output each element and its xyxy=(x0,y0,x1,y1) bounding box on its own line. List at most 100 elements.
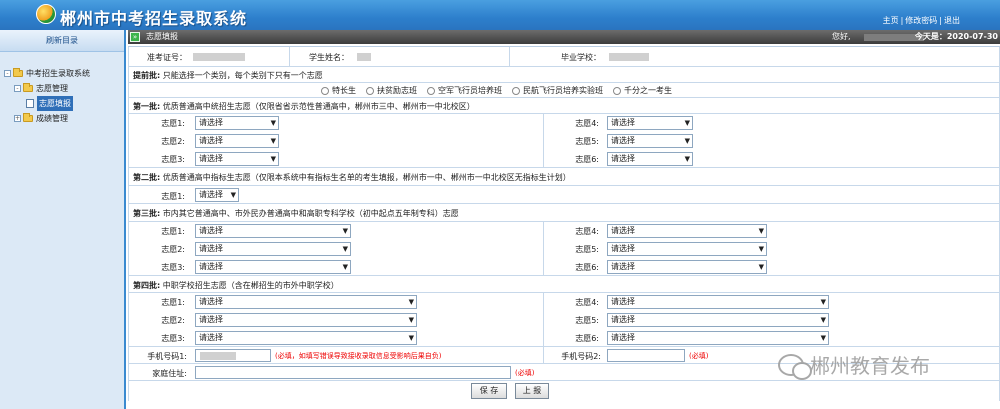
batch3-header: 第三批: 市内其它普通高中、市外民办普通高中和高职专科学校（初中起点五年制专科）… xyxy=(128,204,1000,222)
batch3-choice5-select[interactable]: 请选择 ▼ xyxy=(607,242,767,256)
school-label: 毕业学校： xyxy=(561,53,601,62)
batch4-choice5-select[interactable]: 请选择 ▼ xyxy=(607,313,829,327)
dropdown-caret-icon: ▼ xyxy=(342,227,348,235)
radio-circle-icon xyxy=(366,86,374,95)
early-batch-radio-group: 特长生 扶贫励志班 空军飞行员培养班 民航飞行员培养实验班 千分之一考生 xyxy=(321,85,672,96)
batch2-label: 第二批: xyxy=(133,173,161,182)
batch4-choice1-select[interactable]: 请选择 ▼ xyxy=(195,295,417,309)
radio-circle-icon xyxy=(512,86,520,95)
early-batch-options: 特长生 扶贫励志班 空军飞行员培养班 民航飞行员培养实验班 千分之一考生 xyxy=(128,83,1000,98)
batch4-choice3-select[interactable]: 请选择 ▼ xyxy=(195,331,417,345)
batch3-choice2-label: 志愿2: xyxy=(161,245,185,254)
batch4-choice4-label: 志愿4: xyxy=(575,298,599,307)
batch1-choice6-select[interactable]: 请选择 ▼ xyxy=(607,152,693,166)
tree-item-root[interactable]: - 中考招生录取系统 xyxy=(0,66,124,81)
batch3-choices: 志愿1: 请选择 ▼ 志愿2: 请选择 ▼ 志愿3: 请选择 ▼ 志愿4: 请选择 ▼ … xyxy=(128,222,1000,276)
address-label: 家庭住址: xyxy=(152,369,187,378)
batch3-choice6-select[interactable]: 请选择 ▼ xyxy=(607,260,767,274)
batch4-choice6-select[interactable]: 请选择 ▼ xyxy=(607,331,829,345)
batch4-label: 第四批: xyxy=(133,281,161,290)
dropdown-caret-icon: ▼ xyxy=(270,137,276,145)
folder-icon xyxy=(13,68,23,77)
early-batch-note: 只能选择一个类别，每个类别下只有一个志愿 xyxy=(162,71,323,80)
radio-talent-student[interactable]: 特长生 xyxy=(321,85,356,96)
batch1-note: 优质普通高中统招生志愿（仅限省省示范性普通高中，郴州市三中、郴州市一中北校区） xyxy=(162,102,475,111)
batch1-choice3-select[interactable]: 请选择 ▼ xyxy=(195,152,279,166)
phone2-required-note: (必填) xyxy=(689,352,709,360)
dropdown-caret-icon: ▼ xyxy=(342,245,348,253)
app-title: 郴州市中考招生录取系统 xyxy=(60,9,248,28)
dropdown-caret-icon: ▼ xyxy=(820,334,826,342)
collapse-toggle-icon[interactable]: - xyxy=(4,70,11,77)
tree-item-label: 志愿填报 xyxy=(37,96,73,111)
dropdown-caret-icon: ▼ xyxy=(758,245,764,253)
header-links: 主页 | 修改密码 | 退出 xyxy=(882,16,960,25)
batch1-choice4-select[interactable]: 请选择 ▼ xyxy=(607,116,693,130)
button-row: 保 存 上 报 xyxy=(128,381,1000,401)
volunteer-form: 准考证号： 学生姓名： 毕业学校： 提前批: 只能选择一个类别，每个类别下只有一… xyxy=(128,46,1000,401)
phone1-input[interactable] xyxy=(195,349,271,362)
app-logo-icon xyxy=(36,4,56,24)
batch3-choice3-select[interactable]: 请选择 ▼ xyxy=(195,260,351,274)
dropdown-caret-icon: ▼ xyxy=(408,334,414,342)
batch3-choice1-select[interactable]: 请选择 ▼ xyxy=(195,224,351,238)
save-button[interactable]: 保 存 xyxy=(471,383,507,399)
submit-button[interactable]: 上 报 xyxy=(515,383,549,399)
batch3-choice4-select[interactable]: 请选择 ▼ xyxy=(607,224,767,238)
dropdown-caret-icon: ▼ xyxy=(684,155,690,163)
radio-poverty-class[interactable]: 扶贫励志班 xyxy=(366,85,417,96)
redacted-student-name xyxy=(357,53,371,61)
batch3-choice6-label: 志愿6: xyxy=(575,263,599,272)
batch1-choice5-select[interactable]: 请选择 ▼ xyxy=(607,134,693,148)
batch2-choice1-select[interactable]: 请选择 ▼ xyxy=(195,188,239,202)
early-batch-label: 提前批: xyxy=(133,71,161,80)
dropdown-caret-icon: ▼ xyxy=(230,191,236,199)
batch4-choice5-label: 志愿5: xyxy=(575,316,599,325)
tree-item-label: 成绩管理 xyxy=(36,114,68,123)
refresh-directory-button[interactable]: 刷新目录 xyxy=(0,30,124,52)
batch3-choice2-select[interactable]: 请选择 ▼ xyxy=(195,242,351,256)
dropdown-caret-icon: ▼ xyxy=(408,298,414,306)
batch1-choice2-select[interactable]: 请选择 ▼ xyxy=(195,134,279,148)
page-title: 志愿填报 xyxy=(146,32,178,41)
batch3-note: 市内其它普通高中、市外民办普通高中和高职专科学校（初中起点五年制专科）志愿 xyxy=(162,209,459,218)
tree-item-label: 中考招生录取系统 xyxy=(26,69,90,78)
greeting-label: 您好, xyxy=(832,32,851,41)
home-link[interactable]: 主页 xyxy=(883,16,899,25)
radio-airforce-pilot[interactable]: 空军飞行员培养班 xyxy=(427,85,502,96)
student-name-label: 学生姓名： xyxy=(309,53,349,62)
student-info-row: 准考证号： 学生姓名： 毕业学校： xyxy=(128,47,1000,67)
collapse-toggle-icon[interactable]: - xyxy=(14,85,21,92)
batch3-choice4-label: 志愿4: xyxy=(575,227,599,236)
batch1-choice5-label: 志愿5: xyxy=(575,137,599,146)
address-required-note: (必填) xyxy=(515,369,535,377)
address-input[interactable] xyxy=(195,366,511,379)
batch4-choice6-label: 志愿6: xyxy=(575,334,599,343)
double-arrow-icon: » xyxy=(130,32,140,42)
sidebar: 刷新目录 - 中考招生录取系统 - 志愿管理 志愿填报 + 成绩管理 xyxy=(0,30,126,409)
batch2-choice1-label: 志愿1: xyxy=(161,192,185,201)
logout-link[interactable]: 退出 xyxy=(944,16,960,25)
batch4-note: 中职学校招生志愿（含在郴招生的市外中职学校） xyxy=(162,281,339,290)
radio-civil-aviation-pilot[interactable]: 民航飞行员培养实验班 xyxy=(512,85,603,96)
batch2-choices: 志愿1: 请选择 ▼ xyxy=(128,186,1000,204)
radio-top-thousandth[interactable]: 千分之一考生 xyxy=(613,85,672,96)
dropdown-caret-icon: ▼ xyxy=(820,298,826,306)
batch4-choice2-select[interactable]: 请选择 ▼ xyxy=(195,313,417,327)
phone2-input[interactable] xyxy=(607,349,685,362)
tree-item-label: 志愿管理 xyxy=(36,84,68,93)
batch1-choice6-label: 志愿6: xyxy=(575,155,599,164)
app-header: 郴州市中考招生录取系统 主页 | 修改密码 | 退出 xyxy=(0,0,1000,30)
batch4-choice4-select[interactable]: 请选择 ▼ xyxy=(607,295,829,309)
expand-toggle-icon[interactable]: + xyxy=(14,115,21,122)
change-password-link[interactable]: 修改密码 xyxy=(905,16,937,25)
dropdown-caret-icon: ▼ xyxy=(342,263,348,271)
tree-item-volunteer-management[interactable]: - 志愿管理 xyxy=(0,81,124,96)
early-batch-header: 提前批: 只能选择一个类别，每个类别下只有一个志愿 xyxy=(128,67,1000,83)
tree-item-volunteer-fill[interactable]: 志愿填报 xyxy=(0,96,124,111)
tree-item-score-management[interactable]: + 成绩管理 xyxy=(0,111,124,126)
radio-circle-icon xyxy=(321,86,329,95)
batch1-choice1-select[interactable]: 请选择 ▼ xyxy=(195,116,279,130)
batch3-choice3-label: 志愿3: xyxy=(161,263,185,272)
batch4-choice2-label: 志愿2: xyxy=(161,316,185,325)
